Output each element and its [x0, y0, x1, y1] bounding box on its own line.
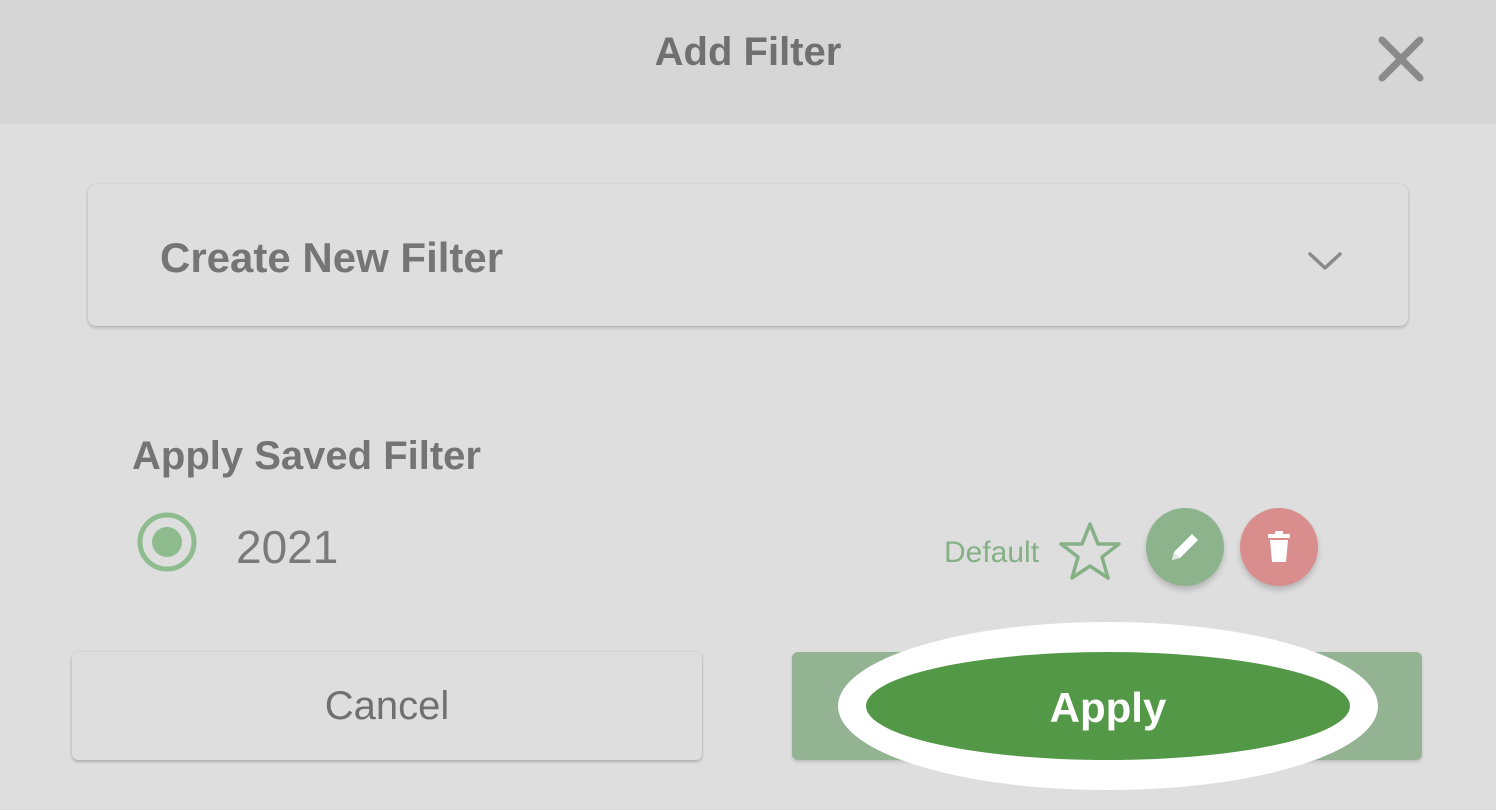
cancel-button[interactable]: Cancel: [72, 652, 702, 760]
saved-filters-heading: Apply Saved Filter: [132, 434, 481, 478]
default-label: Default: [944, 536, 1040, 569]
star-outline-icon: [1059, 522, 1121, 580]
edit-filter-button[interactable]: [1146, 508, 1224, 586]
saved-filter-name: 2021: [236, 521, 339, 573]
radio-selected-icon: [137, 512, 197, 572]
cancel-button-label: Cancel: [324, 684, 450, 728]
dialog-title: Add Filter: [654, 30, 842, 74]
dialog-header: Add Filter: [0, 0, 1496, 124]
pencil-icon: [1172, 534, 1198, 560]
saved-filter-row: 2021 Default: [0, 500, 1496, 600]
apply-button-label: Apply: [1049, 684, 1167, 731]
close-button[interactable]: [1372, 30, 1430, 88]
add-filter-dialog: Add Filter Create New Filter Apply Saved…: [0, 0, 1496, 810]
filter-select-value: Create New Filter: [160, 234, 504, 281]
delete-filter-button[interactable]: [1240, 508, 1318, 586]
chevron-down-icon: [1308, 252, 1342, 270]
filter-select-dropdown[interactable]: Create New Filter: [88, 184, 1408, 326]
close-icon: [1378, 36, 1424, 82]
saved-filter-radio[interactable]: [136, 511, 198, 573]
set-default-button[interactable]: [1058, 520, 1122, 584]
apply-button[interactable]: Apply: [866, 652, 1350, 760]
trash-icon: [1268, 531, 1290, 562]
